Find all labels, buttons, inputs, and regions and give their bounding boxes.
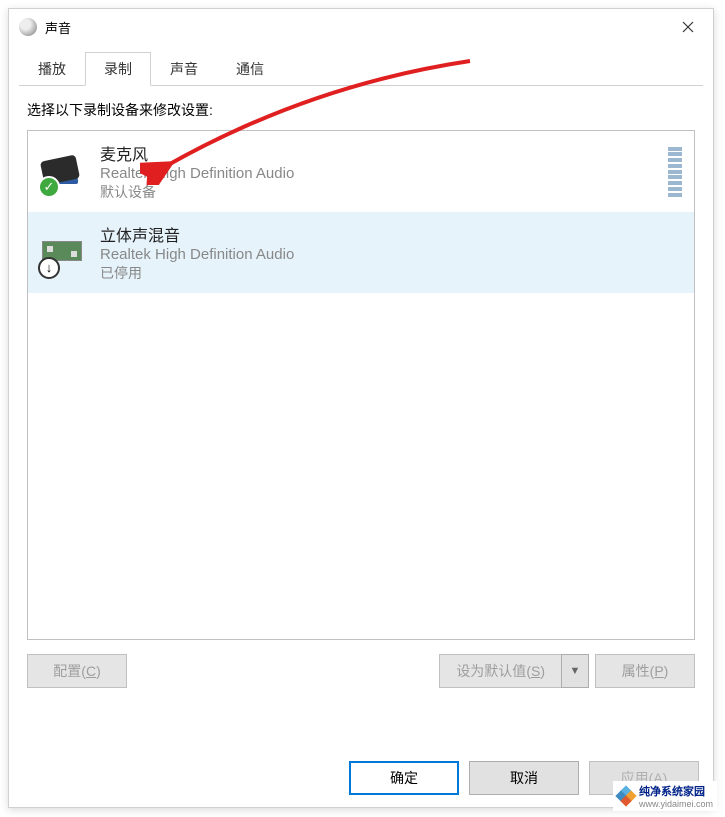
device-info: 麦克风 Realtek High Definition Audio 默认设备 bbox=[100, 141, 660, 202]
chevron-down-icon: ▼ bbox=[570, 665, 581, 677]
instruction-text: 选择以下录制设备来修改设置: bbox=[27, 100, 695, 120]
watermark-brand: 纯净系统家园 bbox=[639, 786, 705, 798]
set-default-split-button: 设为默认值(S) ▼ bbox=[439, 654, 589, 688]
soundcard-icon: ↓ bbox=[40, 229, 88, 277]
ok-button[interactable]: 确定 bbox=[349, 761, 459, 795]
cancel-button[interactable]: 取消 bbox=[469, 761, 579, 795]
tab-sounds[interactable]: 声音 bbox=[151, 52, 217, 86]
tab-playback[interactable]: 播放 bbox=[19, 52, 85, 86]
tab-recording[interactable]: 录制 bbox=[85, 52, 151, 86]
close-button[interactable] bbox=[665, 9, 711, 45]
microphone-icon: ✓ bbox=[40, 148, 88, 196]
watermark: 纯净系统家园 www.yidaimei.com bbox=[613, 781, 717, 811]
sound-dialog: 声音 播放 录制 声音 通信 选择以下录制设备来修改设置: ✓ 麦克风 Real… bbox=[8, 8, 714, 808]
titlebar: 声音 bbox=[9, 9, 713, 45]
device-status: 默认设备 bbox=[100, 182, 660, 202]
properties-button[interactable]: 属性(P) bbox=[595, 654, 695, 688]
device-driver: Realtek High Definition Audio bbox=[100, 246, 682, 263]
set-default-dropdown[interactable]: ▼ bbox=[561, 654, 589, 688]
close-icon bbox=[682, 21, 694, 33]
device-list[interactable]: ✓ 麦克风 Realtek High Definition Audio 默认设备… bbox=[27, 130, 695, 640]
watermark-logo-icon bbox=[617, 787, 635, 805]
device-stereo-mix[interactable]: ↓ 立体声混音 Realtek High Definition Audio 已停… bbox=[28, 212, 694, 293]
device-status: 已停用 bbox=[100, 263, 682, 283]
device-driver: Realtek High Definition Audio bbox=[100, 165, 660, 182]
window-title: 声音 bbox=[45, 18, 665, 37]
level-meter bbox=[668, 147, 682, 197]
app-icon bbox=[19, 18, 37, 36]
disabled-arrow-icon: ↓ bbox=[38, 257, 60, 279]
tab-strip: 播放 录制 声音 通信 bbox=[19, 51, 703, 86]
device-info: 立体声混音 Realtek High Definition Audio 已停用 bbox=[100, 222, 682, 283]
set-default-button[interactable]: 设为默认值(S) bbox=[439, 654, 561, 688]
default-check-icon: ✓ bbox=[38, 176, 60, 198]
configure-button[interactable]: 配置(C) bbox=[27, 654, 127, 688]
device-buttons-row: 配置(C) 设为默认值(S) ▼ 属性(P) bbox=[27, 654, 695, 688]
device-name: 麦克风 bbox=[100, 141, 660, 165]
device-name: 立体声混音 bbox=[100, 222, 682, 246]
tab-content: 选择以下录制设备来修改设置: ✓ 麦克风 Realtek High Defini… bbox=[9, 86, 713, 702]
tab-communications[interactable]: 通信 bbox=[217, 52, 283, 86]
watermark-url: www.yidaimei.com bbox=[639, 799, 713, 809]
device-microphone[interactable]: ✓ 麦克风 Realtek High Definition Audio 默认设备 bbox=[28, 131, 694, 212]
